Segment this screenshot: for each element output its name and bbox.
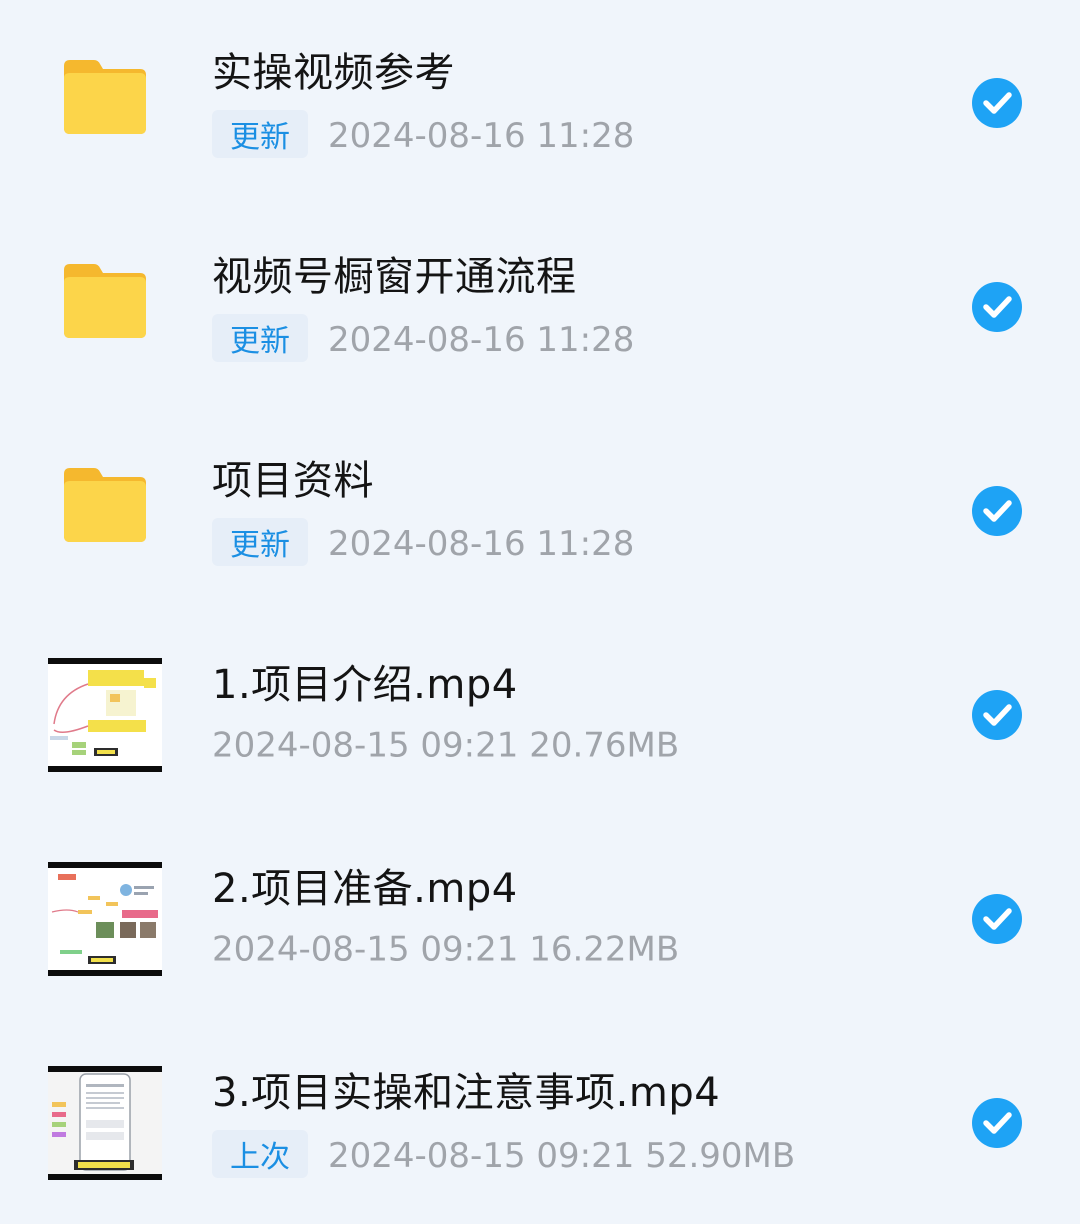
checkmark-icon[interactable] bbox=[972, 486, 1022, 536]
file-time: 11:28 bbox=[536, 524, 635, 564]
file-meta: 更新 2024-08-16 11:28 bbox=[212, 314, 635, 364]
list-item[interactable]: 视频号橱窗开通流程 更新 2024-08-16 11:28 bbox=[0, 204, 1080, 408]
video-thumbnail bbox=[48, 1066, 162, 1180]
status-badge: 更新 bbox=[212, 314, 308, 362]
list-item[interactable]: 2.项目准备.mp4 2024-08-15 09:21 16.22MB bbox=[0, 816, 1080, 1020]
file-meta: 2024-08-15 09:21 16.22MB bbox=[212, 928, 679, 970]
file-list: 实操视频参考 更新 2024-08-16 11:28 视频号橱窗开通流程 更新 20… bbox=[0, 0, 1080, 1220]
file-date: 2024-08-16 bbox=[328, 116, 526, 156]
video-thumbnail bbox=[48, 658, 162, 772]
checkmark-icon[interactable] bbox=[972, 1098, 1022, 1148]
file-time: 09:21 bbox=[536, 1136, 635, 1176]
list-item[interactable]: 1.项目介绍.mp4 2024-08-15 09:21 20.76MB bbox=[0, 612, 1080, 816]
file-meta: 更新 2024-08-16 11:28 bbox=[212, 110, 635, 160]
file-name: 项目资料 bbox=[212, 458, 374, 504]
file-time: 09:21 bbox=[420, 725, 519, 766]
checkmark-icon[interactable] bbox=[972, 894, 1022, 944]
list-item[interactable]: 项目资料 更新 2024-08-16 11:28 bbox=[0, 408, 1080, 612]
video-thumbnail bbox=[48, 862, 162, 976]
folder-icon bbox=[60, 260, 150, 340]
file-date: 2024-08-15 bbox=[212, 725, 410, 766]
file-time: 09:21 bbox=[420, 929, 519, 970]
file-meta: 上次 2024-08-15 09:21 52.90MB bbox=[212, 1130, 796, 1180]
file-name: 2.项目准备.mp4 bbox=[212, 866, 518, 912]
file-meta: 更新 2024-08-16 11:28 bbox=[212, 518, 635, 568]
file-date: 2024-08-16 bbox=[328, 320, 526, 360]
file-date: 2024-08-16 bbox=[328, 524, 526, 564]
folder-icon bbox=[60, 464, 150, 544]
file-name: 1.项目介绍.mp4 bbox=[212, 662, 518, 708]
file-time: 11:28 bbox=[536, 320, 635, 360]
file-meta: 2024-08-15 09:21 20.76MB bbox=[212, 724, 679, 766]
file-size: 16.22MB bbox=[529, 929, 680, 970]
list-item[interactable]: 3.项目实操和注意事项.mp4 上次 2024-08-15 09:21 52.90… bbox=[0, 1020, 1080, 1224]
status-badge: 更新 bbox=[212, 518, 308, 566]
status-badge: 更新 bbox=[212, 110, 308, 158]
file-name: 视频号橱窗开通流程 bbox=[212, 254, 577, 300]
file-time: 11:28 bbox=[536, 116, 635, 156]
checkmark-icon[interactable] bbox=[972, 78, 1022, 128]
file-name: 3.项目实操和注意事项.mp4 bbox=[212, 1070, 721, 1116]
checkmark-icon[interactable] bbox=[972, 282, 1022, 332]
file-name: 实操视频参考 bbox=[212, 50, 455, 96]
file-date: 2024-08-15 bbox=[212, 929, 410, 970]
checkmark-icon[interactable] bbox=[972, 690, 1022, 740]
file-size: 52.90MB bbox=[645, 1136, 796, 1176]
folder-icon bbox=[60, 56, 150, 136]
file-date: 2024-08-15 bbox=[328, 1136, 526, 1176]
list-item[interactable]: 实操视频参考 更新 2024-08-16 11:28 bbox=[0, 0, 1080, 204]
file-size: 20.76MB bbox=[529, 725, 680, 766]
status-badge: 上次 bbox=[212, 1130, 308, 1178]
